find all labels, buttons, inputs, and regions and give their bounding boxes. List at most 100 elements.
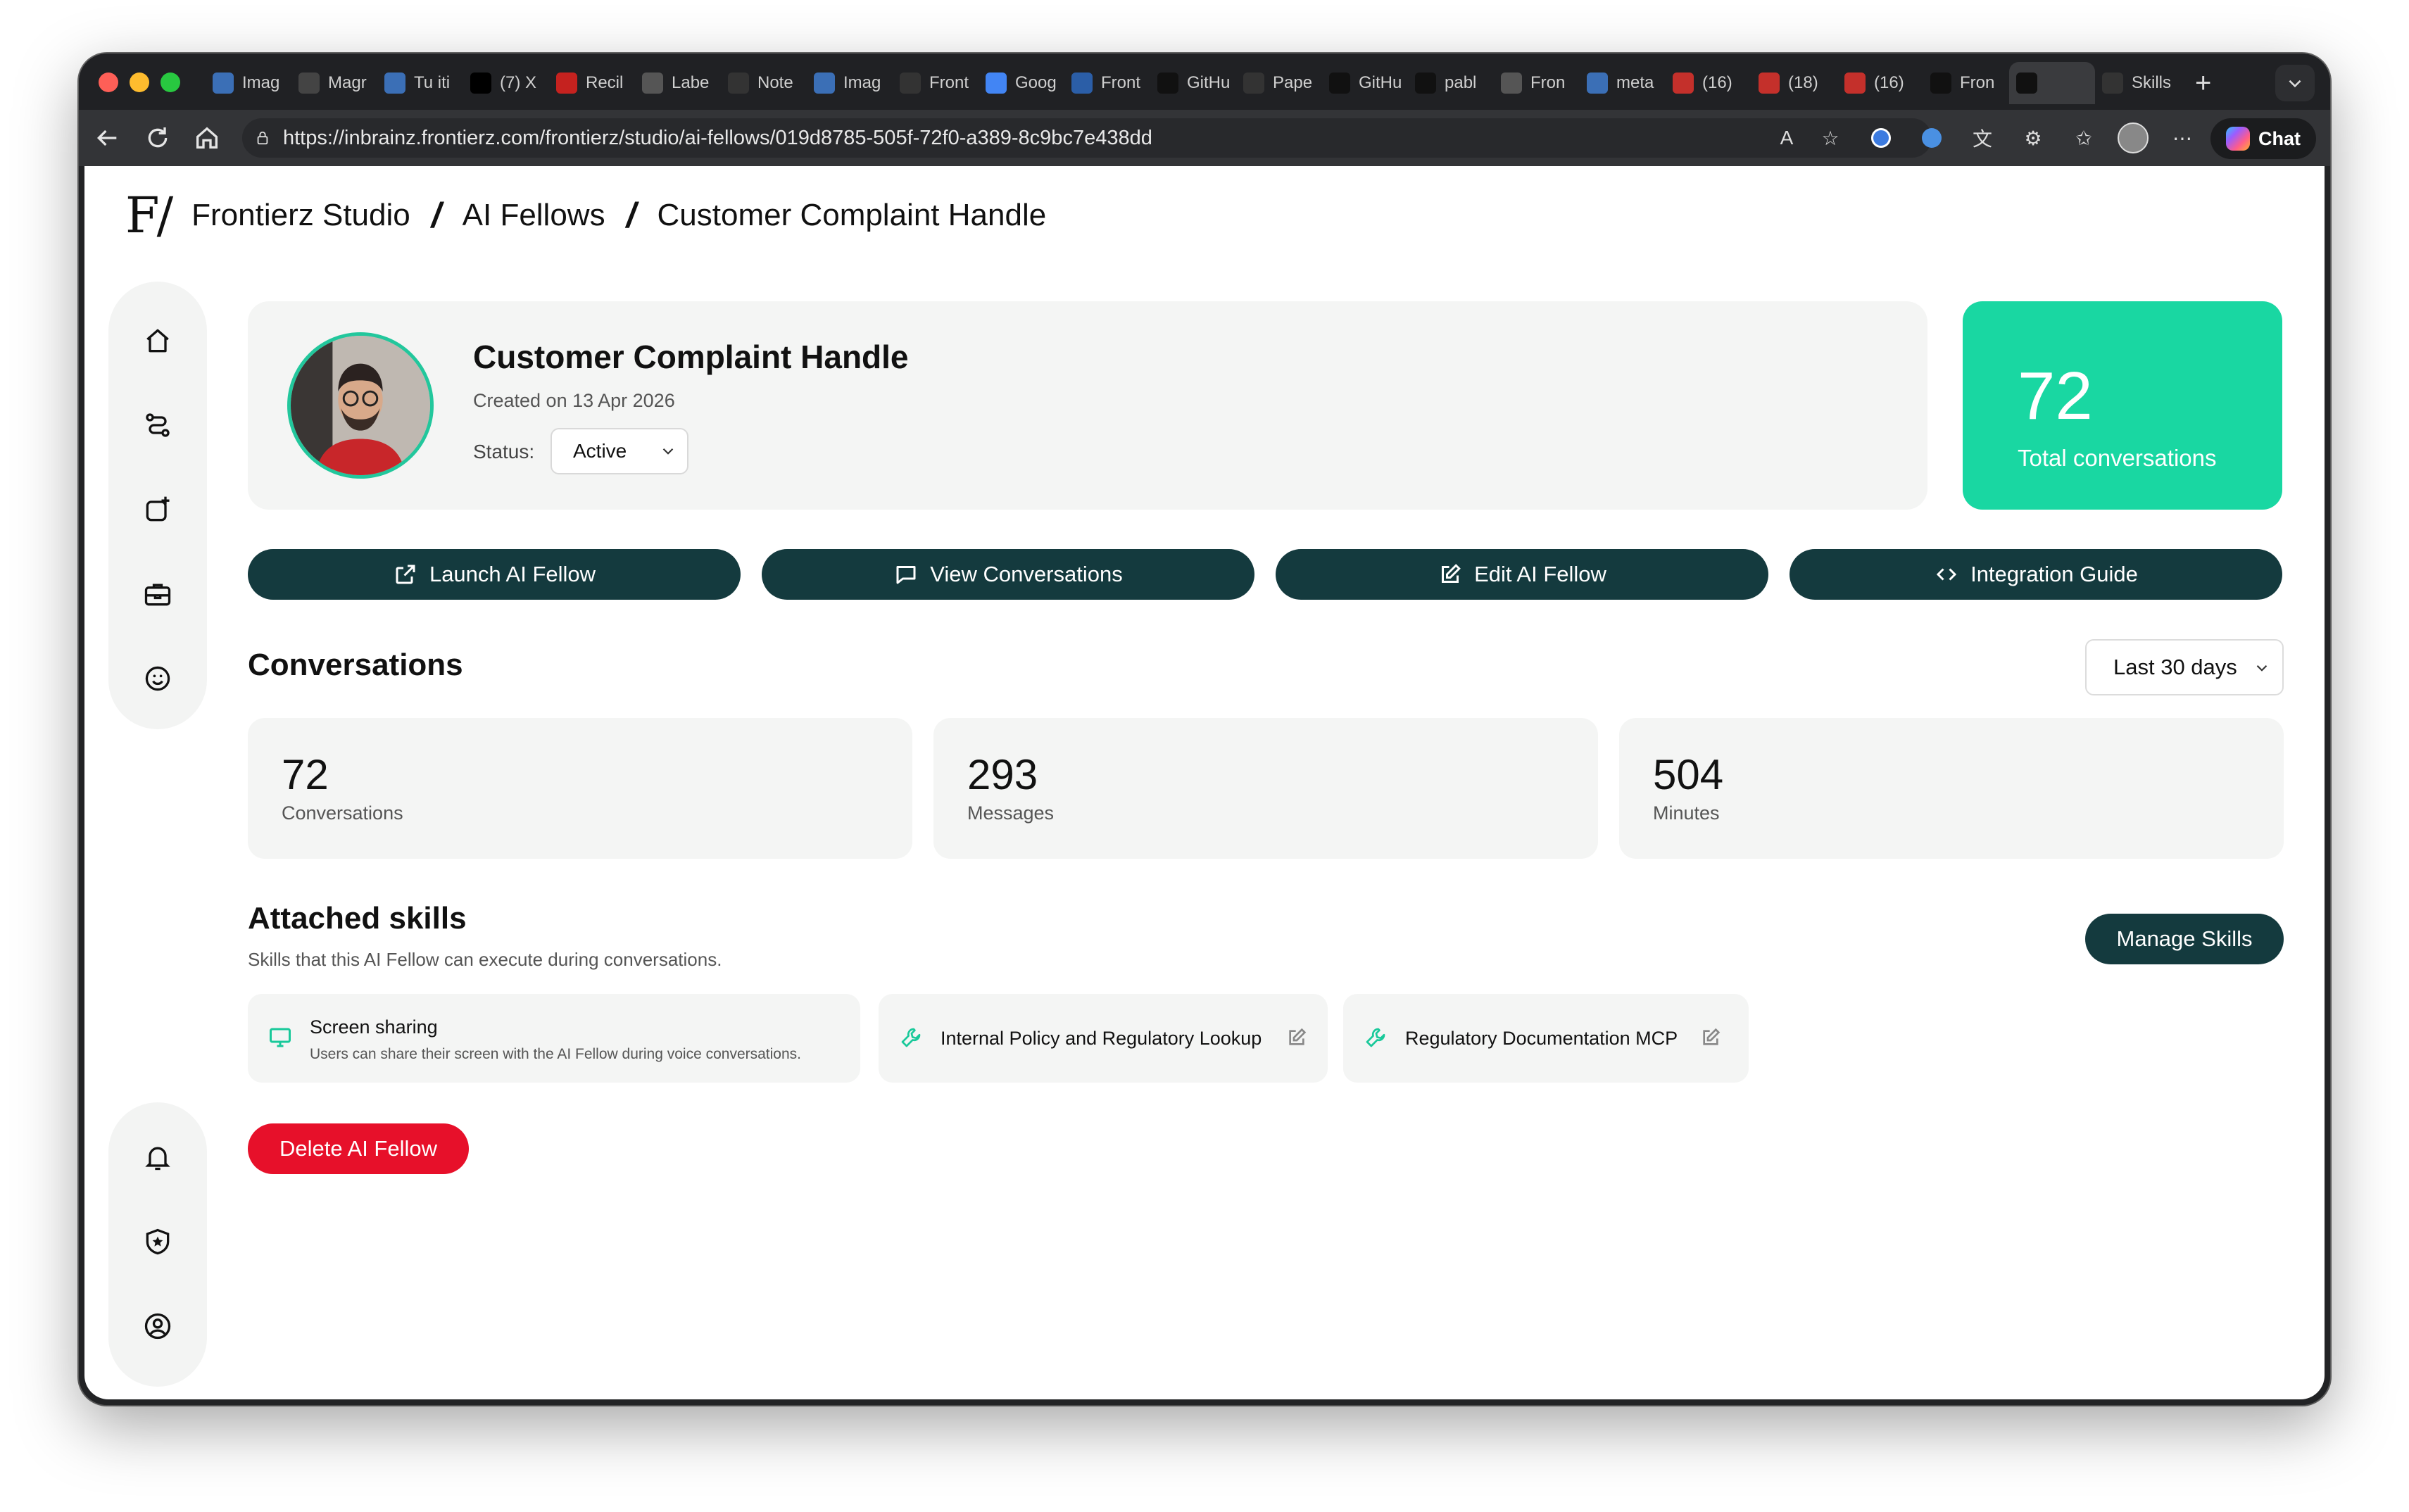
sidebar-top	[108, 282, 207, 729]
breadcrumb-studio[interactable]: Frontierz Studio	[191, 198, 410, 233]
browser-tab[interactable]: Imag	[807, 62, 893, 104]
view-conversations-button[interactable]: View Conversations	[762, 549, 1254, 600]
browser-tab[interactable]: Pape	[1236, 62, 1322, 104]
tab-list-button[interactable]	[2275, 65, 2315, 101]
tab-label: Fron	[1530, 73, 1566, 92]
date-range-value: Last 30 days	[2113, 655, 2237, 679]
edit-icon	[1442, 564, 1461, 583]
browser-tab[interactable]: (16)	[1666, 62, 1751, 104]
sidebar-smiley-icon[interactable]	[137, 657, 179, 700]
sidebar-bottom	[108, 1102, 207, 1387]
browser-tab[interactable]: pabl	[1408, 62, 1494, 104]
browser-tab[interactable]: meta	[1580, 62, 1666, 104]
skill-card-regulatory-mcp[interactable]: Regulatory Documentation MCP	[1343, 994, 1749, 1083]
copilot-icon	[2226, 127, 2250, 151]
github-icon	[1157, 73, 1178, 94]
breadcrumb: F/ Frontierz Studio / AI Fellows / Custo…	[125, 187, 1046, 244]
minimize-window-button[interactable]	[130, 73, 149, 92]
browser-tab[interactable]: Magr	[291, 62, 377, 104]
stat-label: Messages	[967, 802, 1055, 824]
reload-icon[interactable]	[144, 124, 172, 158]
stat-value: 72	[282, 751, 329, 798]
sidebar-home-icon[interactable]	[137, 320, 179, 362]
breadcrumb-ai-fellows[interactable]: AI Fellows	[463, 198, 605, 233]
edit-skill-icon[interactable]	[1699, 1026, 1722, 1049]
favorite-star-icon[interactable]: ☆	[1815, 122, 1846, 153]
tab-label: Labe	[672, 73, 710, 92]
copilot-chat-button[interactable]: Chat	[2210, 118, 2316, 159]
browser-tab[interactable]: Goog	[979, 62, 1064, 104]
edit-label: Edit AI Fellow	[1474, 562, 1606, 586]
stat-card-minutes: 504 Minutes	[1619, 718, 2284, 859]
account-user-icon[interactable]	[137, 1305, 179, 1347]
tab-label: Front	[1101, 73, 1141, 92]
browser-tab[interactable]: (16)	[1837, 62, 1923, 104]
extension-2-icon[interactable]	[1916, 122, 1947, 153]
tab-label: Pape	[1273, 73, 1313, 92]
skill-name: Screen sharing	[310, 1016, 438, 1038]
zoom-window-button[interactable]	[161, 73, 180, 92]
url-field[interactable]: https://inbrainz.frontierz.com/frontierz…	[242, 118, 1932, 158]
sidebar-create-icon[interactable]	[137, 489, 179, 531]
browser-tab[interactable]: Skills	[2095, 62, 2181, 104]
browser-tab[interactable]	[2009, 62, 2095, 104]
profile-avatar[interactable]	[2118, 122, 2149, 153]
gmail-icon	[556, 73, 577, 94]
browser-tab[interactable]: Tu iti	[377, 62, 463, 104]
manage-skills-button[interactable]: Manage Skills	[2085, 914, 2284, 964]
date-range-select[interactable]: Last 30 days	[2085, 639, 2284, 695]
tab-label: Skills	[2132, 73, 2172, 92]
back-icon[interactable]	[93, 124, 121, 158]
edit-ai-fellow-button[interactable]: Edit AI Fellow	[1276, 549, 1768, 600]
youtube-icon	[1673, 73, 1694, 94]
sidebar-toolbox-icon[interactable]	[137, 573, 179, 615]
youtube-icon	[1759, 73, 1780, 94]
new-tab-button[interactable]: +	[2195, 68, 2211, 99]
browser-tab[interactable]: (7) X	[463, 62, 549, 104]
browser-tab[interactable]: Recil	[549, 62, 635, 104]
delete-ai-fellow-button[interactable]: Delete AI Fellow	[248, 1123, 469, 1174]
stat-label: Minutes	[1653, 802, 1720, 824]
skill-card-screen-sharing[interactable]: Screen sharing Users can share their scr…	[248, 994, 860, 1083]
code-icon	[1936, 568, 1957, 581]
home-icon[interactable]	[193, 124, 221, 158]
extensions-icon[interactable]: ⚙	[2018, 122, 2049, 153]
edit-skill-icon[interactable]	[1285, 1026, 1308, 1049]
translate-icon[interactable]: 文	[1967, 122, 1998, 153]
skill-card-policy-lookup[interactable]: Internal Policy and Regulatory Lookup	[879, 994, 1328, 1083]
integration-guide-button[interactable]: Integration Guide	[1790, 549, 2282, 600]
tab-label: GitHu	[1359, 73, 1402, 92]
browser-tab[interactable]: Imag	[206, 62, 291, 104]
browser-tab[interactable]: Labe	[635, 62, 721, 104]
browser-tab[interactable]: Note	[721, 62, 807, 104]
close-window-button[interactable]	[99, 73, 118, 92]
sidebar-workflow-icon[interactable]	[137, 404, 179, 446]
read-aloud-icon[interactable]: A	[1771, 122, 1802, 153]
breadcrumb-separator: /	[626, 196, 636, 235]
browser-tab[interactable]: GitHu	[1322, 62, 1408, 104]
browser-tab[interactable]: Front	[893, 62, 979, 104]
frontierz-logo[interactable]: F/	[125, 187, 173, 244]
favorites-icon[interactable]: ✩	[2068, 122, 2099, 153]
notifications-bell-icon[interactable]	[137, 1136, 179, 1178]
extension-1-icon[interactable]	[1866, 122, 1897, 153]
browser-tab[interactable]: Fron	[1494, 62, 1580, 104]
fellow-profile-card: Customer Complaint Handle Created on 13 …	[248, 301, 1927, 510]
tab-label: (16)	[1702, 73, 1732, 92]
note-icon	[728, 73, 749, 94]
browser-tab[interactable]: GitHu	[1150, 62, 1236, 104]
browser-tab[interactable]: Fron	[1923, 62, 2009, 104]
frontierz-icon	[384, 73, 405, 94]
frontierz-icon	[2016, 73, 2037, 94]
launch-ai-fellow-button[interactable]: Launch AI Fellow	[248, 549, 741, 600]
github-icon	[1329, 73, 1350, 94]
chat-bubble-icon	[896, 566, 916, 584]
url-text: https://inbrainz.frontierz.com/frontierz…	[283, 126, 1152, 149]
attached-skills-heading: Attached skills	[248, 901, 467, 935]
status-select[interactable]: Active	[551, 428, 688, 474]
more-menu-icon[interactable]: ⋯	[2167, 122, 2198, 153]
browser-tab[interactable]: Front	[1064, 62, 1150, 104]
security-shield-icon[interactable]	[137, 1221, 179, 1263]
fellow-name: Customer Complaint Handle	[473, 339, 909, 375]
browser-tab[interactable]: (18)	[1751, 62, 1837, 104]
